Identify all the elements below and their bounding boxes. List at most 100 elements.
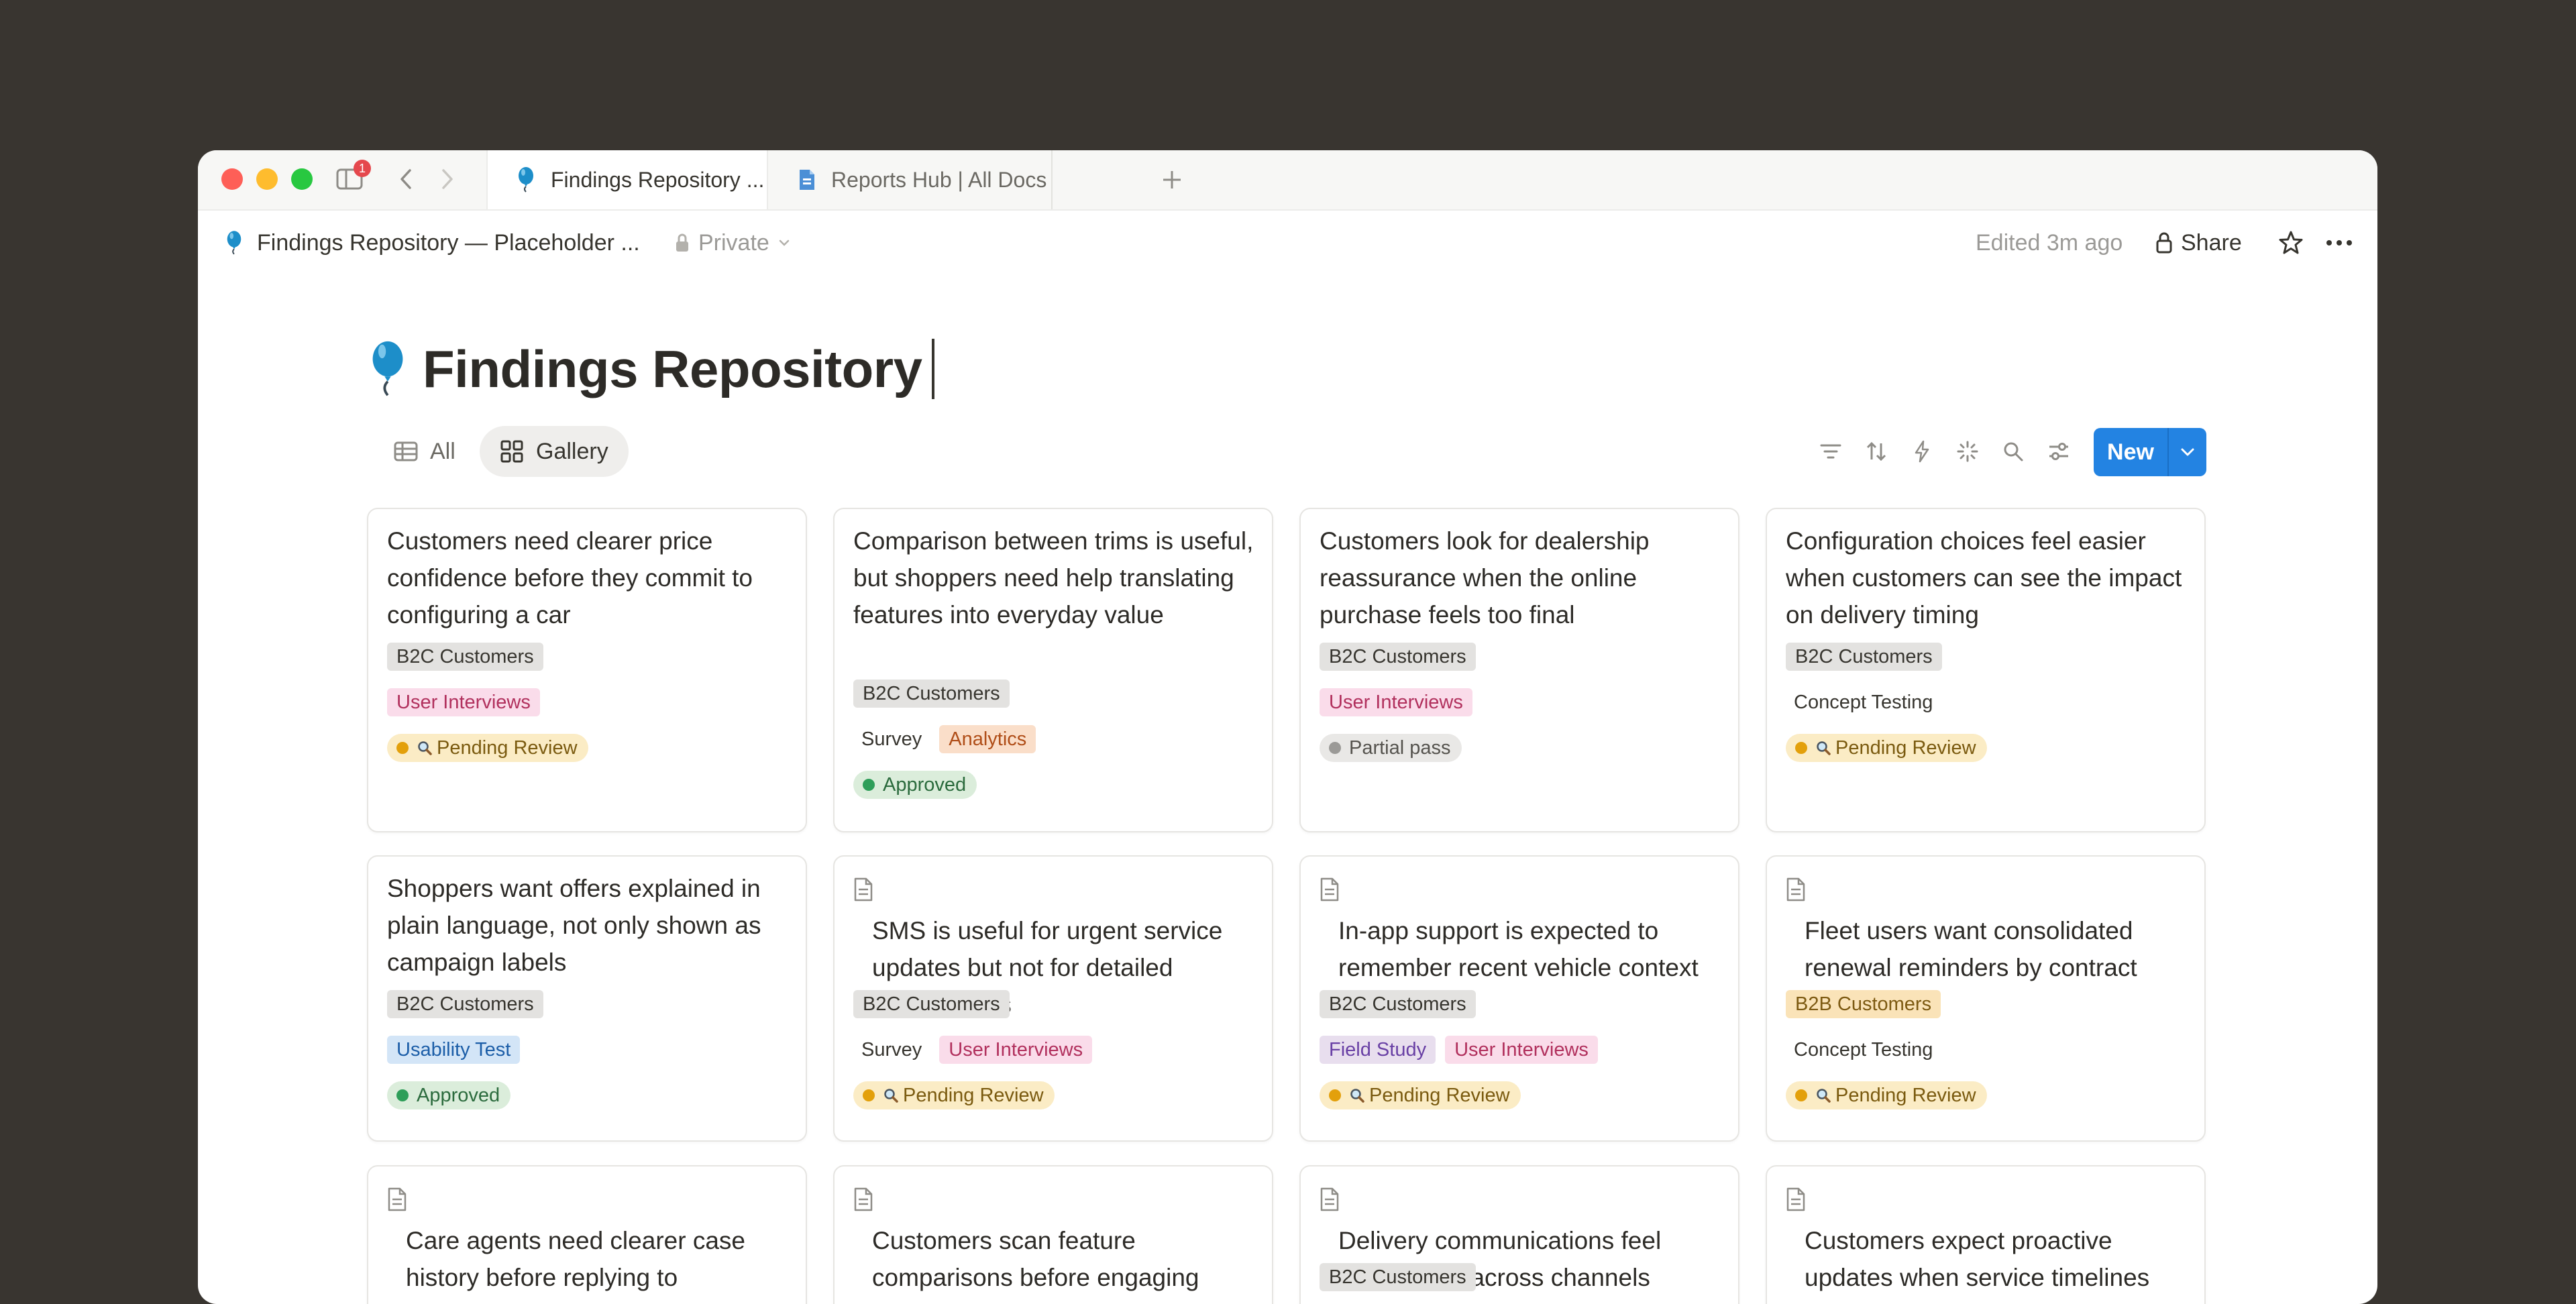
status-row: Pending Review <box>853 1081 1055 1109</box>
status-label: Pending Review <box>1835 737 1976 759</box>
method-row: Concept Testing <box>1786 688 1941 716</box>
back-arrow-icon[interactable] <box>392 164 419 195</box>
view-all-label: All <box>430 438 455 464</box>
gallery-card[interactable]: In-app support is expected to remember r… <box>1299 855 1739 1142</box>
balloon-icon <box>225 229 244 256</box>
segment-row: B2C Customers <box>1320 643 1476 671</box>
status-row: Pending Review <box>1320 1081 1521 1109</box>
new-tab-plus-icon[interactable] <box>1157 165 1187 195</box>
view-tab-gallery[interactable]: Gallery <box>480 426 629 477</box>
tag-usability-test: Usability Test <box>387 1036 521 1064</box>
status-row: Approved <box>853 771 977 799</box>
card-title: Shoppers want offers explained in plain … <box>387 875 761 976</box>
segment-row: B2C Customers <box>1786 643 1942 671</box>
segment-row: B2C Customers <box>1320 1263 1476 1291</box>
status-badge: Approved <box>853 771 977 799</box>
status-row: Partial pass <box>1320 734 1462 762</box>
gallery-card[interactable]: Customers expect proactive updates when … <box>1766 1165 2206 1304</box>
page-title[interactable]: Findings Repository <box>423 339 922 400</box>
gallery-card[interactable]: Customers look for dealership reassuranc… <box>1299 508 1739 832</box>
close-window-button[interactable] <box>221 168 243 190</box>
minimize-window-button[interactable] <box>256 168 278 190</box>
card-title: Configuration choices feel easier when c… <box>1786 527 2182 629</box>
tag-survey: Survey <box>853 725 930 753</box>
status-row: Approved <box>387 1081 511 1109</box>
automation-bolt-icon[interactable] <box>1907 437 1937 466</box>
magnifying-glass-icon <box>1349 1087 1365 1103</box>
page-header: Findings Repository <box>369 335 934 402</box>
method-row: Survey Analytics <box>853 725 1036 753</box>
tag-concept-testing: Concept Testing <box>1786 1036 1941 1064</box>
privacy-label: Private <box>698 229 769 256</box>
filter-icon[interactable] <box>1816 437 1845 466</box>
lock-icon <box>2155 231 2173 254</box>
tab-findings-repository[interactable]: Findings Repository ... <box>486 150 768 209</box>
star-icon[interactable] <box>2275 227 2307 259</box>
settings-sliders-icon[interactable] <box>2044 437 2074 466</box>
tag-b2c-customers: B2C Customers <box>387 990 543 1018</box>
gallery-card[interactable]: Customers need clearer price confidence … <box>367 508 807 832</box>
card-title: Customers look for dealership reassuranc… <box>1320 527 1650 629</box>
share-button[interactable]: Share <box>2155 209 2242 276</box>
status-label: Approved <box>417 1084 500 1106</box>
status-dot-icon <box>1329 1089 1341 1101</box>
privacy-dropdown[interactable]: Private <box>674 209 791 276</box>
share-label: Share <box>2181 229 2242 256</box>
document-icon <box>853 875 877 912</box>
document-icon <box>1786 1185 1810 1222</box>
tab-bar: 1 Findings Repository ... Reports Hub | … <box>198 150 2377 211</box>
segment-row: B2C Customers <box>853 680 1010 708</box>
gallery-card[interactable]: Care agents need clearer case history be… <box>367 1165 807 1304</box>
balloon-icon <box>369 340 409 398</box>
method-row: Usability Test <box>387 1036 521 1064</box>
magnifying-glass-icon <box>1815 740 1831 756</box>
magnifying-glass-icon <box>417 740 433 756</box>
search-icon[interactable] <box>1998 437 2028 466</box>
view-tab-all[interactable]: All <box>379 426 468 477</box>
gallery-card[interactable]: SMS is useful for urgent service updates… <box>833 855 1273 1142</box>
ai-sparkle-icon[interactable] <box>1953 437 1982 466</box>
forward-arrow-icon[interactable] <box>434 164 461 195</box>
tag-b2c-customers: B2C Customers <box>853 990 1010 1018</box>
text-cursor <box>931 339 934 399</box>
gallery-card[interactable]: Comparison between trims is useful, but … <box>833 508 1273 832</box>
tag-b2c-customers: B2C Customers <box>387 643 543 671</box>
status-badge: Approved <box>387 1081 511 1109</box>
balloon-icon <box>516 166 536 193</box>
document-icon <box>798 168 816 191</box>
gallery-card[interactable]: Customers scan feature comparisons befor… <box>833 1165 1273 1304</box>
breadcrumb[interactable]: Findings Repository — Placeholder ... <box>225 209 640 276</box>
status-label: Pending Review <box>1369 1084 1510 1106</box>
chevron-down-icon[interactable] <box>2169 447 2206 457</box>
card-title-text: In-app support is expected to remember r… <box>1338 917 1699 981</box>
sort-icon[interactable] <box>1862 437 1891 466</box>
card-title: Care agents need clearer case history be… <box>387 1180 790 1304</box>
more-options-icon[interactable] <box>2323 227 2355 259</box>
edited-timestamp: Edited 3m ago <box>1976 229 2123 256</box>
new-button[interactable]: New <box>2094 428 2206 476</box>
chevron-down-icon <box>777 238 791 248</box>
gallery-card[interactable]: Delivery communications feel fragmented … <box>1299 1165 1739 1304</box>
gallery-card[interactable]: Fleet users want consolidated renewal re… <box>1766 855 2206 1142</box>
card-title-text: Care agents need clearer case history be… <box>406 1227 745 1304</box>
tag-user-interviews: User Interviews <box>1445 1036 1598 1064</box>
status-badge: Pending Review <box>1786 734 1987 762</box>
status-dot-icon <box>1329 742 1341 754</box>
tab-label: Reports Hub | All Docs <box>831 167 1047 192</box>
table-icon <box>394 441 418 461</box>
gallery-card[interactable]: Shoppers want offers explained in plain … <box>367 855 807 1142</box>
maximize-window-button[interactable] <box>291 168 313 190</box>
gallery-card[interactable]: Configuration choices feel easier when c… <box>1766 508 2206 832</box>
status-row: Pending Review <box>1786 1081 1987 1109</box>
card-title-text: Customers expect proactive updates when … <box>1805 1227 2150 1304</box>
tag-field-study: Field Study <box>1320 1036 1436 1064</box>
magnifying-glass-icon <box>1815 1087 1831 1103</box>
status-label: Pending Review <box>437 737 578 759</box>
tab-reports-hub[interactable]: Reports Hub | All Docs <box>769 150 1053 209</box>
status-badge: Pending Review <box>853 1081 1055 1109</box>
status-dot-icon <box>863 1089 875 1101</box>
card-title: In-app support is expected to remember r… <box>1320 870 1722 986</box>
card-title: Customers expect proactive updates when … <box>1786 1180 2188 1304</box>
notification-badge: 1 <box>354 160 371 177</box>
method-row: Field Study User Interviews <box>1320 1036 1598 1064</box>
